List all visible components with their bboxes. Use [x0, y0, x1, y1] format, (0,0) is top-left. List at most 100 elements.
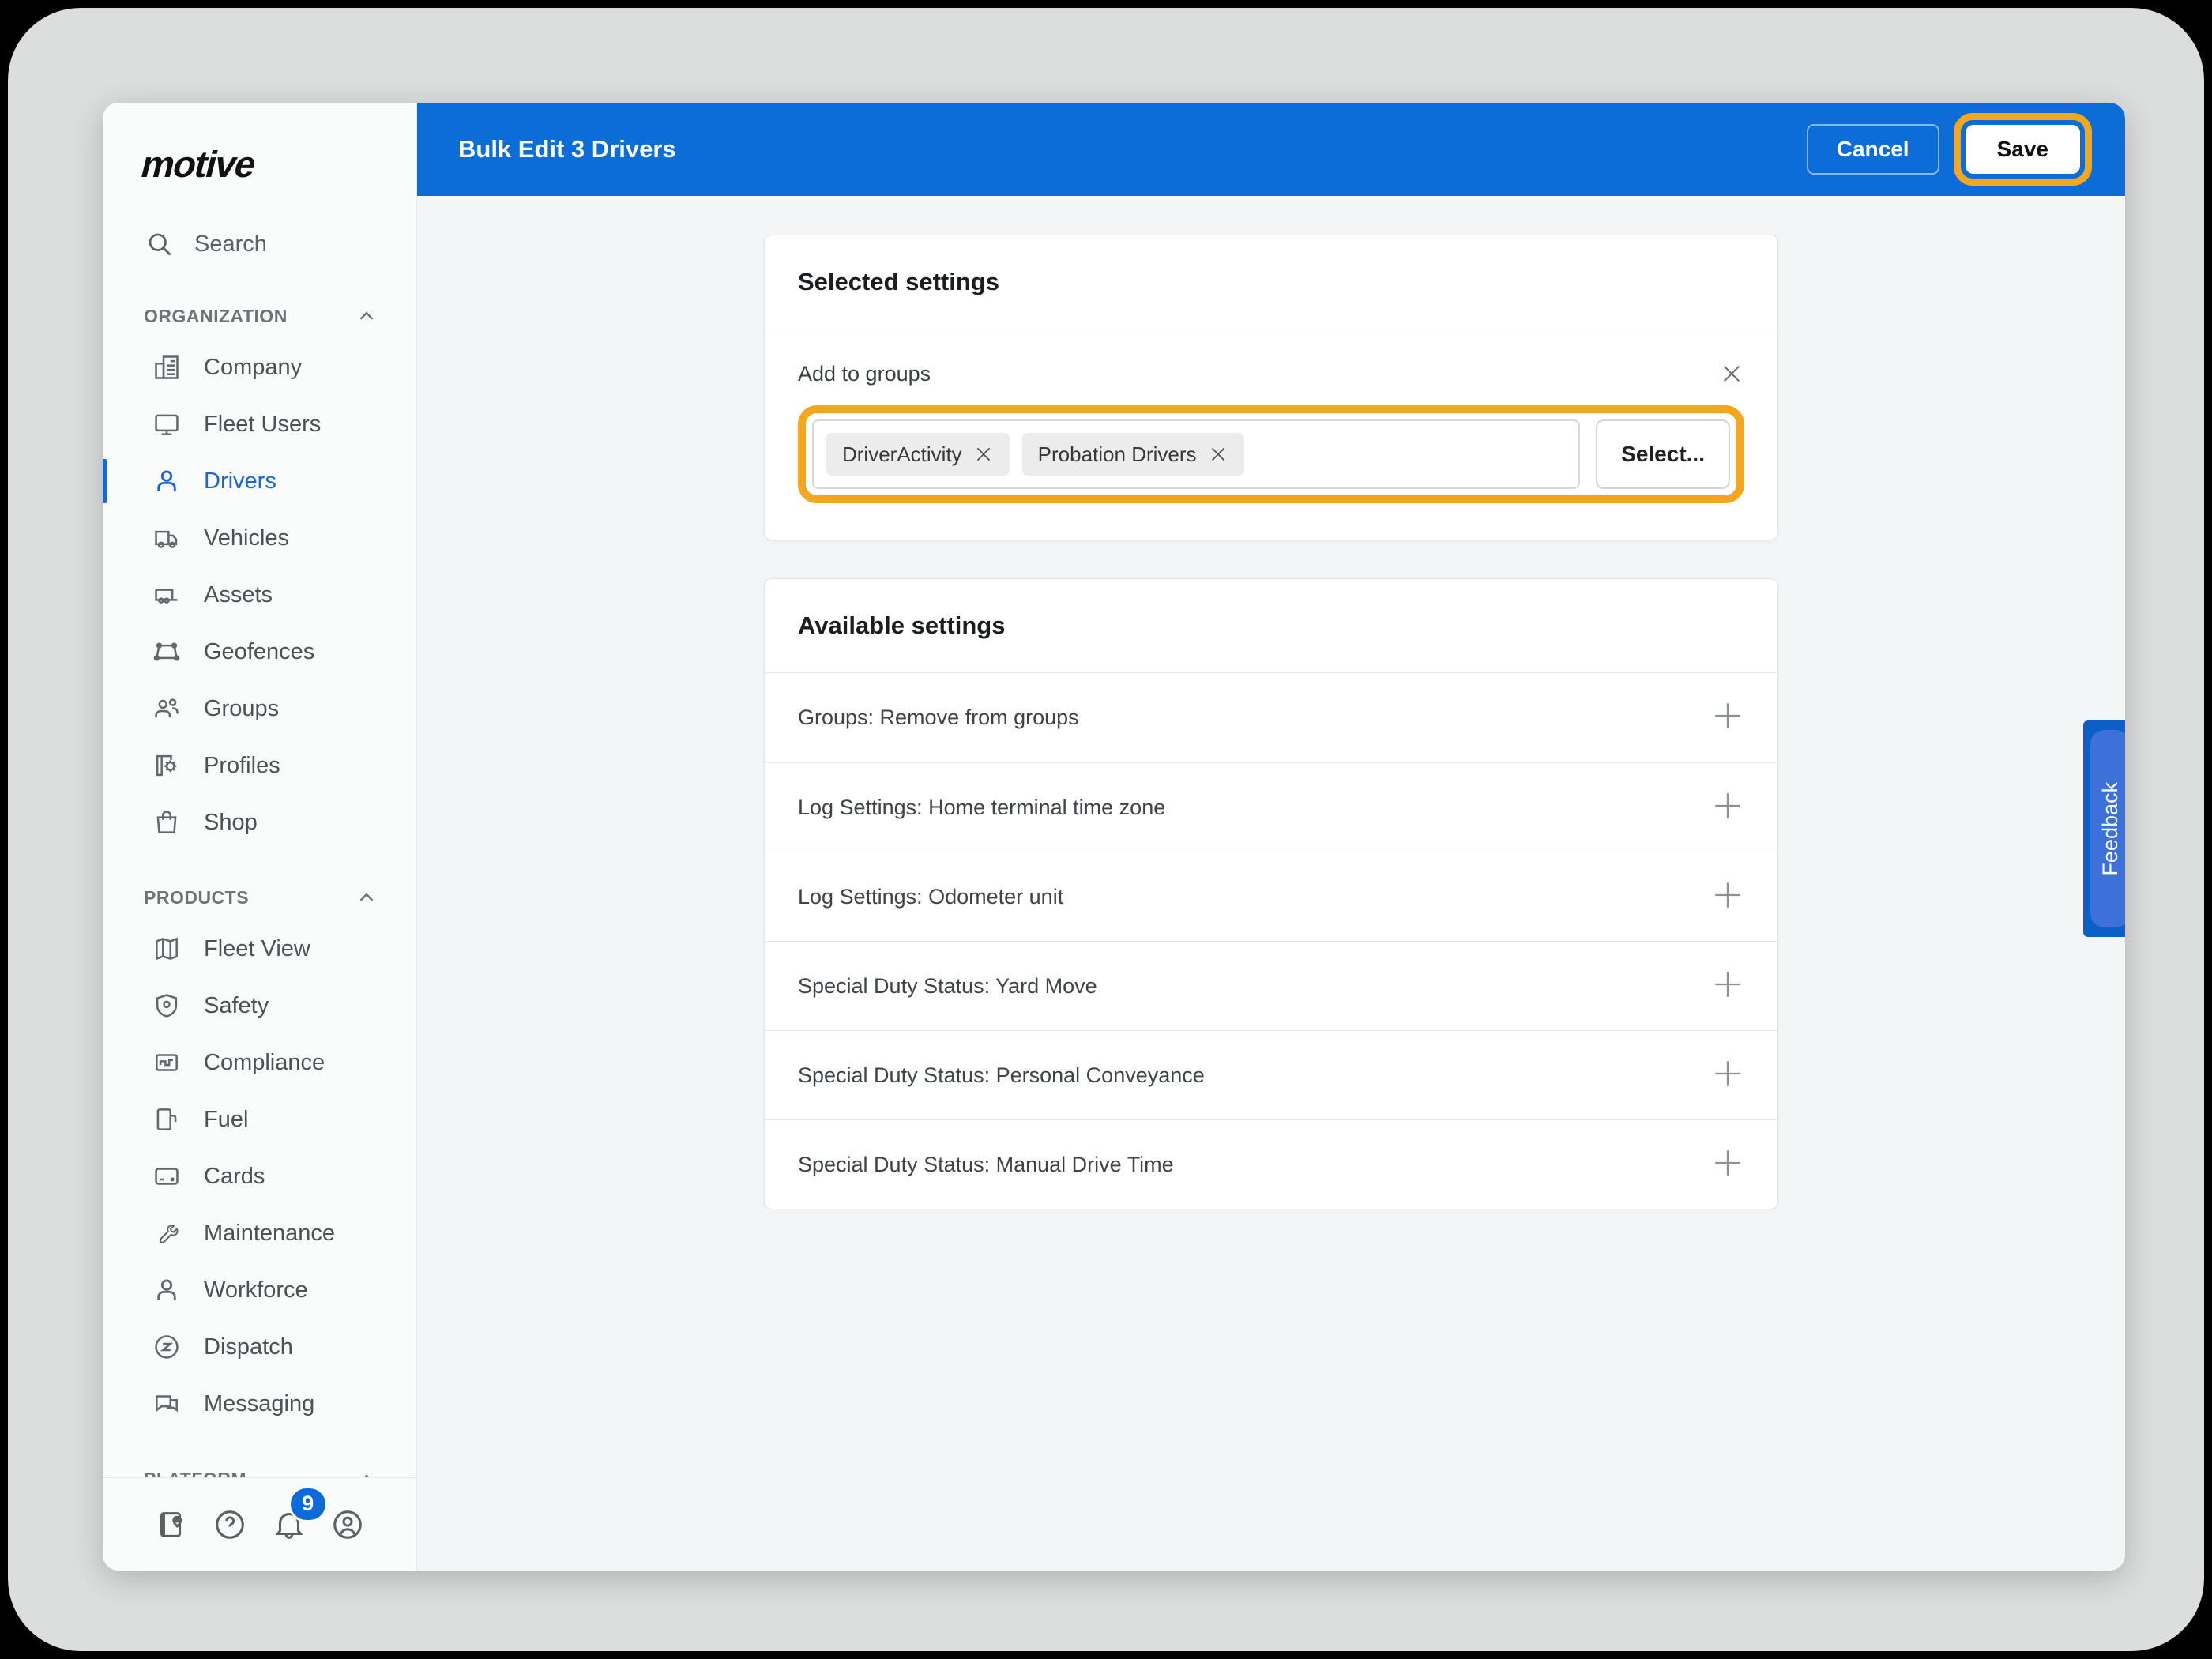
guide-button[interactable] — [153, 1507, 190, 1543]
section-organization[interactable]: ORGANIZATION — [103, 293, 416, 339]
sidebar-item-geofences[interactable]: Geofences — [103, 623, 416, 680]
setting-row-label: Special Duty Status: Personal Conveyance — [798, 1063, 1205, 1087]
groups-tag-input[interactable]: DriverActivity Probation Drivers — [812, 419, 1581, 489]
setting-row-label: Groups: Remove from groups — [798, 705, 1079, 729]
save-button[interactable]: Save — [1965, 125, 2080, 174]
geofence-icon — [153, 642, 180, 661]
sidebar-item-label: Dispatch — [204, 1334, 293, 1360]
truck-icon — [155, 530, 178, 548]
selected-settings-body: Add to groups DriverActivity Probation D… — [765, 329, 1778, 540]
section-label: ORGANIZATION — [144, 305, 288, 326]
plus-icon — [1715, 1149, 1740, 1176]
help-button[interactable] — [212, 1507, 248, 1543]
chat-icon — [156, 1395, 178, 1413]
add-setting-button[interactable] — [1711, 789, 1744, 826]
sidebar-item-fuel[interactable]: Fuel — [103, 1091, 416, 1148]
save-highlight-ring: Save — [1953, 113, 2092, 186]
sidebar-item-label: Shop — [204, 809, 258, 835]
map-guide-icon — [160, 1511, 182, 1537]
bulk-edit-header: Bulk Edit 3 Drivers Cancel Save — [417, 103, 2125, 196]
sidebar-item-label: Assets — [204, 581, 273, 608]
add-to-groups-label: Add to groups — [798, 361, 931, 386]
remove-tag-icon[interactable] — [1208, 444, 1228, 465]
remove-setting-button[interactable] — [1719, 361, 1744, 386]
setting-row-personal-conveyance[interactable]: Special Duty Status: Personal Conveyance — [765, 1030, 1778, 1119]
setting-row-label: Special Duty Status: Yard Move — [798, 973, 1097, 998]
add-setting-button[interactable] — [1711, 878, 1744, 916]
fuel-pump-icon — [156, 1108, 177, 1130]
sidebar-search[interactable]: Search — [103, 219, 416, 269]
person-icon — [157, 470, 176, 491]
sidebar-item-maintenance[interactable]: Maintenance — [103, 1205, 416, 1262]
sidebar-item-assets[interactable]: Assets — [103, 566, 416, 623]
sidebar-item-label: Fleet View — [204, 935, 310, 961]
trailer-icon — [155, 589, 178, 604]
shopping-bag-icon — [156, 811, 177, 833]
help-icon — [216, 1510, 245, 1539]
setting-row-manual-drive-time[interactable]: Special Duty Status: Manual Drive Time — [765, 1119, 1778, 1209]
logo-text: motive — [137, 143, 261, 185]
section-label: PRODUCTS — [144, 886, 250, 908]
sidebar-item-profiles[interactable]: Profiles — [103, 737, 416, 794]
monitor-icon — [155, 414, 179, 435]
content-area: Selected settings Add to groups DriverAc… — [417, 196, 2125, 1209]
sidebar-item-company[interactable]: Company — [103, 339, 416, 396]
sidebar-item-fleet-view[interactable]: Fleet View — [103, 920, 416, 977]
section-label: PLATFORM — [144, 1469, 246, 1478]
setting-row-label: Special Duty Status: Manual Drive Time — [798, 1152, 1174, 1176]
close-icon — [1723, 365, 1740, 382]
motive-logo: motive — [103, 103, 416, 186]
sidebar-item-label: Fuel — [204, 1106, 249, 1132]
add-setting-button[interactable] — [1711, 968, 1744, 1005]
sidebar-item-label: Company — [204, 354, 303, 380]
sidebar-item-fleet-users[interactable]: Fleet Users — [103, 396, 416, 453]
section-products[interactable]: PRODUCTS — [103, 875, 416, 920]
available-settings-card: Available settings Groups: Remove from g… — [764, 578, 1778, 1209]
sidebar-item-compliance[interactable]: Compliance — [103, 1034, 416, 1091]
feedback-tab[interactable]: Feedback — [2083, 720, 2125, 937]
setting-row-yard-move[interactable]: Special Duty Status: Yard Move — [765, 941, 1778, 1030]
selected-settings-header: Selected settings — [765, 235, 1778, 329]
plus-icon — [1715, 703, 1740, 728]
card-title: Selected settings — [798, 268, 999, 295]
sidebar-item-workforce[interactable]: Workforce — [103, 1262, 416, 1319]
sidebar-item-cards[interactable]: Cards — [103, 1148, 416, 1205]
sidebar-item-label: Geofences — [204, 638, 315, 664]
search-label: Search — [194, 231, 267, 257]
sidebar-item-shop[interactable]: Shop — [103, 794, 416, 851]
sidebar-item-safety[interactable]: Safety — [103, 977, 416, 1034]
header-actions: Cancel Save — [1806, 113, 2092, 186]
setting-row-odometer-unit[interactable]: Log Settings: Odometer unit — [765, 852, 1778, 941]
sidebar-item-messaging[interactable]: Messaging — [103, 1375, 416, 1432]
chevron-up-icon — [359, 893, 374, 901]
add-setting-button[interactable] — [1711, 1146, 1744, 1183]
map-icon — [156, 937, 178, 961]
add-setting-button[interactable] — [1711, 699, 1744, 736]
sidebar-item-label: Vehicles — [204, 525, 290, 551]
sidebar-item-label: Fleet Users — [204, 411, 322, 437]
group-tag-label: DriverActivity — [842, 442, 962, 466]
setting-row-home-terminal-time-zone[interactable]: Log Settings: Home terminal time zone — [765, 762, 1778, 852]
add-to-groups-row: Add to groups — [798, 361, 1744, 386]
sidebar-item-label: Groups — [204, 695, 280, 721]
available-settings-header: Available settings — [765, 579, 1778, 673]
remove-tag-icon[interactable] — [973, 444, 994, 465]
credit-card-icon — [155, 1168, 179, 1185]
cancel-button[interactable]: Cancel — [1806, 124, 1939, 175]
sidebar-item-label: Profiles — [204, 752, 280, 778]
setting-row-label: Log Settings: Odometer unit — [798, 884, 1064, 908]
plus-icon — [1715, 882, 1740, 908]
sidebar: motive Search ORGANIZATION Company Fleet… — [103, 103, 417, 1571]
sidebar-item-vehicles[interactable]: Vehicles — [103, 510, 416, 566]
select-groups-button[interactable]: Select... — [1596, 419, 1730, 489]
section-platform[interactable]: PLATFORM — [103, 1456, 416, 1477]
add-setting-button[interactable] — [1711, 1057, 1744, 1094]
setting-row-remove-from-groups[interactable]: Groups: Remove from groups — [765, 673, 1778, 762]
account-button[interactable] — [329, 1507, 366, 1543]
sidebar-item-groups[interactable]: Groups — [103, 680, 416, 737]
sidebar-item-dispatch[interactable]: Dispatch — [103, 1319, 416, 1375]
selected-settings-card: Selected settings Add to groups DriverAc… — [764, 235, 1778, 540]
notifications-button[interactable]: 9 — [271, 1485, 328, 1543]
sidebar-item-drivers[interactable]: Drivers — [103, 453, 416, 510]
groups-input-highlight-ring: DriverActivity Probation Drivers Select.… — [798, 405, 1744, 503]
